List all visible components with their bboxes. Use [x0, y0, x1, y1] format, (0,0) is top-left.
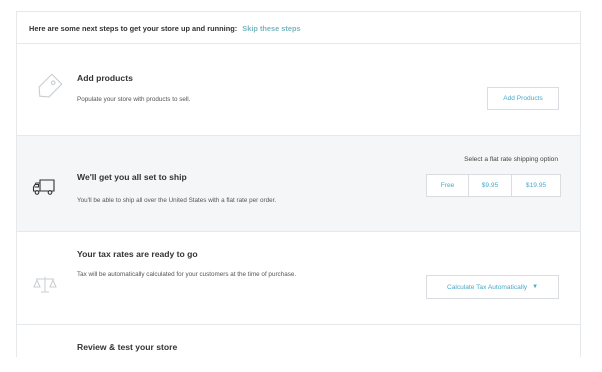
skip-steps-link[interactable]: Skip these steps — [242, 24, 300, 33]
add-products-button[interactable]: Add Products — [487, 87, 559, 110]
calculate-tax-label: Calculate Tax Automatically — [446, 283, 528, 291]
shipping-option-19-95[interactable]: $19.95 — [512, 175, 560, 196]
add-products-title: Add products — [77, 73, 133, 83]
tax-description: Tax will be automatically calculated for… — [77, 271, 297, 278]
chevron-down-icon: ▼ — [532, 284, 539, 290]
shipping-title: We'll get you all set to ship — [77, 172, 187, 182]
steps-header-text: Here are some next steps to get your sto… — [29, 24, 238, 33]
shipping-option-free[interactable]: Free — [427, 175, 469, 196]
shipping-option-label: Select a flat rate shipping option — [464, 156, 558, 163]
calculate-tax-dropdown[interactable]: Calculate Tax Automatically ▼ — [426, 275, 559, 299]
scale-icon — [33, 276, 57, 299]
tax-title: Your tax rates are ready to go — [77, 249, 198, 259]
setup-steps-panel: Here are some next steps to get your sto… — [16, 11, 581, 357]
truck-icon — [32, 177, 56, 202]
tag-icon — [34, 72, 64, 107]
add-products-description: Populate your store with products to sel… — [77, 96, 191, 103]
shipping-description: You'll be able to ship all over the Unit… — [77, 197, 277, 204]
steps-header: Here are some next steps to get your sto… — [17, 12, 580, 44]
step-tax: Your tax rates are ready to go Tax will … — [17, 232, 580, 325]
step-add-products: Add products Populate your store with pr… — [17, 44, 580, 136]
review-title: Review & test your store — [77, 342, 178, 352]
shipping-rate-options: Free $9.95 $19.95 — [426, 174, 561, 197]
step-shipping: We'll get you all set to ship You'll be … — [17, 136, 580, 232]
shipping-option-9-95[interactable]: $9.95 — [469, 175, 512, 196]
step-review: Review & test your store — [17, 325, 580, 357]
